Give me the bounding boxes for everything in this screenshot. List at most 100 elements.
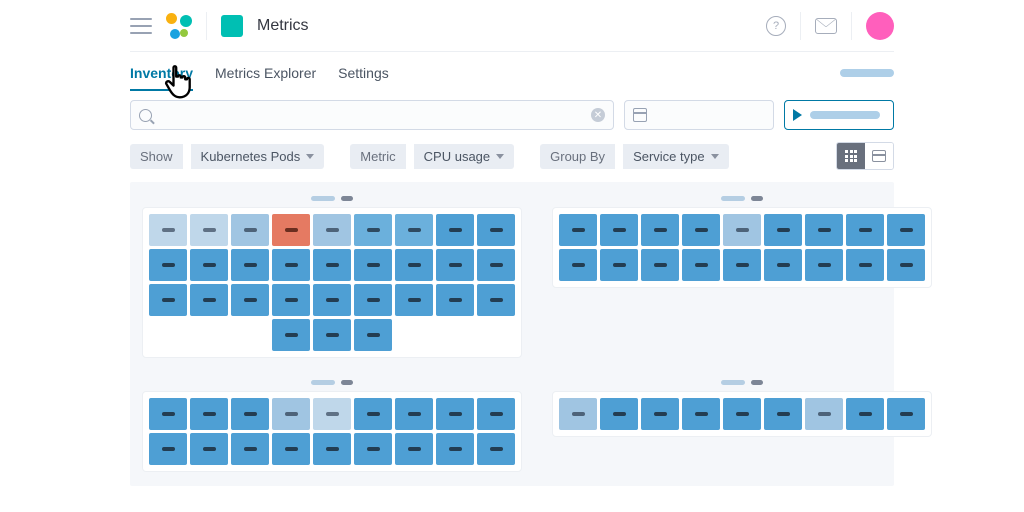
clear-search-icon[interactable]: ✕: [591, 108, 605, 122]
tab-metrics-explorer[interactable]: Metrics Explorer: [215, 55, 316, 91]
grid-icon: [845, 150, 857, 162]
inventory-tile[interactable]: [354, 319, 392, 351]
elastic-logo[interactable]: [166, 13, 192, 39]
inventory-tile[interactable]: [436, 249, 474, 281]
inventory-tile[interactable]: [313, 214, 351, 246]
inventory-tile[interactable]: [354, 433, 392, 465]
inventory-tile[interactable]: [313, 284, 351, 316]
inventory-tile[interactable]: [682, 398, 720, 430]
inventory-tile[interactable]: [477, 398, 515, 430]
inventory-tile[interactable]: [231, 284, 269, 316]
list-icon: [872, 150, 886, 162]
inventory-tile[interactable]: [149, 433, 187, 465]
inventory-tile[interactable]: [190, 214, 228, 246]
search-input[interactable]: ✕: [130, 100, 614, 130]
inventory-tile[interactable]: [723, 249, 761, 281]
inventory-tile[interactable]: [682, 249, 720, 281]
inventory-tile[interactable]: [190, 284, 228, 316]
inventory-tile[interactable]: [149, 284, 187, 316]
inventory-tile[interactable]: [477, 214, 515, 246]
inventory-tile[interactable]: [313, 319, 351, 351]
inventory-tile[interactable]: [887, 214, 925, 246]
help-icon[interactable]: ?: [766, 16, 786, 36]
inventory-tile[interactable]: [477, 433, 515, 465]
inventory-tile[interactable]: [805, 249, 843, 281]
menu-toggle[interactable]: [130, 18, 152, 34]
inventory-tile[interactable]: [354, 214, 392, 246]
app-icon: [221, 15, 243, 37]
news-icon[interactable]: [815, 18, 837, 34]
inventory-tile[interactable]: [272, 398, 310, 430]
filter-metric-value[interactable]: CPU usage: [414, 144, 514, 169]
inventory-tile[interactable]: [272, 284, 310, 316]
inventory-tile[interactable]: [600, 249, 638, 281]
inventory-tile[interactable]: [682, 214, 720, 246]
inventory-tile[interactable]: [764, 249, 802, 281]
inventory-tile[interactable]: [477, 284, 515, 316]
date-picker[interactable]: [624, 100, 774, 130]
inventory-tile[interactable]: [231, 249, 269, 281]
inventory-tile[interactable]: [313, 433, 351, 465]
inventory-tile[interactable]: [354, 398, 392, 430]
inventory-tile[interactable]: [477, 249, 515, 281]
inventory-panel: [552, 380, 932, 472]
inventory-tile[interactable]: [190, 249, 228, 281]
inventory-tile[interactable]: [723, 214, 761, 246]
inventory-tile[interactable]: [354, 284, 392, 316]
inventory-tile[interactable]: [395, 433, 433, 465]
tab-inventory[interactable]: Inventory: [130, 55, 193, 91]
filter-groupby-value[interactable]: Service type: [623, 144, 729, 169]
inventory-tile[interactable]: [395, 284, 433, 316]
inventory-tile[interactable]: [559, 214, 597, 246]
inventory-tile[interactable]: [764, 214, 802, 246]
auto-refresh-button[interactable]: [784, 100, 894, 130]
inventory-tile[interactable]: [846, 398, 884, 430]
inventory-tile[interactable]: [272, 319, 310, 351]
inventory-tile[interactable]: [231, 214, 269, 246]
inventory-tile[interactable]: [600, 214, 638, 246]
inventory-tile[interactable]: [846, 214, 884, 246]
inventory-tile[interactable]: [231, 398, 269, 430]
inventory-tile[interactable]: [149, 249, 187, 281]
inventory-tile[interactable]: [272, 214, 310, 246]
inventory-tile[interactable]: [395, 249, 433, 281]
inventory-tile[interactable]: [149, 214, 187, 246]
inventory-tile[interactable]: [559, 249, 597, 281]
inventory-tile[interactable]: [436, 398, 474, 430]
view-list-button[interactable]: [865, 143, 893, 169]
inventory-tile[interactable]: [272, 249, 310, 281]
inventory-tile[interactable]: [313, 249, 351, 281]
inventory-tile[interactable]: [436, 284, 474, 316]
inventory-tile[interactable]: [641, 249, 679, 281]
inventory-tile[interactable]: [149, 398, 187, 430]
inventory-tile[interactable]: [887, 398, 925, 430]
inventory-tile[interactable]: [805, 214, 843, 246]
inventory-panel: [142, 380, 522, 472]
inventory-tile[interactable]: [641, 214, 679, 246]
inventory-tile[interactable]: [887, 249, 925, 281]
inventory-tile[interactable]: [600, 398, 638, 430]
inventory-tile[interactable]: [641, 398, 679, 430]
inventory-tile[interactable]: [764, 398, 802, 430]
inventory-tile[interactable]: [354, 249, 392, 281]
view-grid-button[interactable]: [837, 143, 865, 169]
loading-pill: [840, 69, 894, 77]
inventory-tile[interactable]: [190, 398, 228, 430]
inventory-tile[interactable]: [436, 433, 474, 465]
inventory-tile[interactable]: [559, 398, 597, 430]
inventory-tile[interactable]: [723, 398, 761, 430]
filter-metric-label: Metric: [350, 144, 405, 169]
tab-settings[interactable]: Settings: [338, 55, 389, 91]
inventory-tile[interactable]: [272, 433, 310, 465]
filter-show-value[interactable]: Kubernetes Pods: [191, 144, 325, 169]
inventory-tile[interactable]: [805, 398, 843, 430]
inventory-tile[interactable]: [190, 433, 228, 465]
inventory-tile[interactable]: [313, 398, 351, 430]
search-icon: [139, 109, 152, 122]
user-avatar[interactable]: [866, 12, 894, 40]
inventory-tile[interactable]: [395, 398, 433, 430]
inventory-tile[interactable]: [846, 249, 884, 281]
inventory-tile[interactable]: [395, 214, 433, 246]
inventory-tile[interactable]: [436, 214, 474, 246]
inventory-tile[interactable]: [231, 433, 269, 465]
